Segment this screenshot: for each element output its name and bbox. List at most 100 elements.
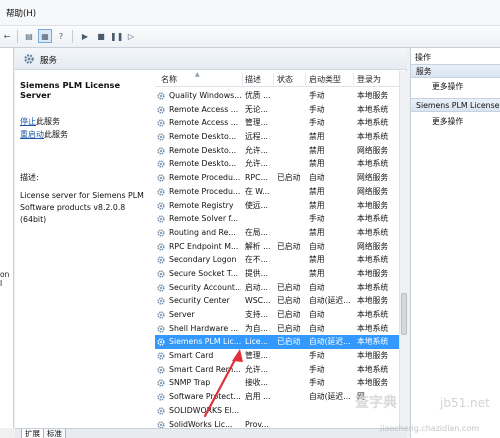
- table-row[interactable]: Remote Procedu... RPC... 已启动 自动 网络服务: [155, 171, 399, 185]
- panel-header: 服务: [15, 48, 407, 70]
- service-startup-type: 手动: [309, 91, 325, 100]
- service-status: 已启动: [277, 337, 301, 347]
- help-icon[interactable]: ?: [54, 29, 68, 43]
- show-hide-tree-icon[interactable]: ▦: [38, 29, 52, 43]
- service-logon-as: 本地服务: [357, 296, 389, 306]
- table-row[interactable]: Remote Procedu... 在 W... 禁用 网络服务: [155, 185, 399, 199]
- service-name: SNMP Trap: [169, 378, 211, 388]
- table-row-selected[interactable]: Siemens PLM Lic... Lice... 已启动 自动(延迟... 本地系统: [155, 335, 399, 350]
- service-name: Server: [169, 310, 195, 319]
- stop-service-link[interactable]: 停止此服务: [20, 116, 153, 127]
- column-divider[interactable]: [353, 73, 354, 85]
- service-startup-type: 禁用: [309, 132, 325, 142]
- service-startup-type: 自动(延迟...: [309, 296, 351, 306]
- column-logon-as[interactable]: 登录为: [357, 74, 381, 85]
- service-name: Software Protect...: [169, 392, 241, 402]
- table-row[interactable]: Remote Access ... 管理... 手动 本地系统: [155, 116, 399, 130]
- table-row[interactable]: Secure Socket T... 提供... 禁用 本地服务: [155, 267, 399, 281]
- services-list[interactable]: ▲ 名称 描述 状态 启动类型 登录为 Quality Windows... 优质…: [155, 71, 407, 428]
- service-description: 提供...: [245, 268, 269, 278]
- restart-service-icon[interactable]: ▷: [124, 29, 138, 43]
- table-row[interactable]: SNMP Trap 接收... 手动 本地服务: [155, 376, 399, 390]
- table-row[interactable]: Secondary Logon 在不... 禁用 本地系统: [155, 253, 399, 267]
- table-row[interactable]: Smart Card Rem... 允许... 手动 本地系统: [155, 363, 399, 377]
- console-tree-pane[interactable]: on I: [0, 48, 14, 428]
- table-row[interactable]: RPC Endpoint M... 解析 ... 已启动 自动 网络服务: [155, 240, 399, 254]
- service-logon-as: 本地系统: [357, 337, 389, 347]
- stop-link-suffix: 此服务: [36, 117, 60, 126]
- table-row[interactable]: Security Account... 启动... 已启动 自动 本地系统: [155, 281, 399, 295]
- service-description: 允许...: [245, 159, 269, 169]
- table-row[interactable]: Remote Deskto... 允许... 禁用 本地系统: [155, 157, 399, 171]
- table-row[interactable]: Security Center WSC... 已启动 自动(延迟... 本地服务: [155, 294, 399, 308]
- service-description: 管理...: [245, 351, 269, 361]
- column-divider[interactable]: [273, 73, 274, 85]
- service-gear-icon: [157, 106, 165, 114]
- restart-service-link[interactable]: 重启动此服务: [20, 129, 153, 140]
- service-startup-type: 禁用: [309, 200, 325, 210]
- service-description: 为自...: [245, 323, 269, 333]
- actions-section-selected-service[interactable]: Siemens PLM License S: [411, 98, 500, 112]
- column-startup-type[interactable]: 启动类型: [309, 74, 341, 85]
- stop-service-icon[interactable]: ■: [94, 29, 108, 43]
- properties-icon[interactable]: ▤: [22, 29, 36, 43]
- table-row[interactable]: Remote Solver f... 手动 本地系统: [155, 212, 399, 226]
- column-name[interactable]: 名称: [161, 74, 177, 85]
- service-startup-type: 手动: [309, 118, 325, 128]
- actions-section-services[interactable]: 服务: [411, 64, 500, 78]
- table-row[interactable]: Server 支持... 已启动 自动 本地系统: [155, 308, 399, 322]
- stop-link-text[interactable]: 停止: [20, 117, 36, 126]
- column-description[interactable]: 描述: [245, 74, 261, 85]
- service-gear-icon: [157, 325, 165, 333]
- service-startup-type: 自动: [309, 323, 325, 333]
- table-row[interactable]: Remote Deskto... 远程... 禁用 本地系统: [155, 130, 399, 144]
- service-name: RPC Endpoint M...: [169, 241, 239, 251]
- service-gear-icon: [157, 201, 165, 210]
- service-name: Remote Solver f...: [169, 214, 239, 224]
- panel-title: 服务: [40, 56, 58, 66]
- tab-extended[interactable]: 扩展: [21, 429, 44, 438]
- service-name: Security Account...: [169, 282, 241, 292]
- restart-link-text[interactable]: 重启动: [20, 130, 44, 139]
- service-logon-as: 本地系统: [357, 227, 389, 237]
- service-startup-type: 禁用: [309, 255, 325, 265]
- table-row[interactable]: Remote Registry 使远... 禁用 本地服务: [155, 199, 399, 213]
- column-divider[interactable]: [305, 73, 306, 85]
- back-icon[interactable]: ←: [0, 29, 14, 43]
- more-actions-services[interactable]: 更多操作: [432, 81, 463, 92]
- service-description: 在不...: [245, 255, 269, 265]
- service-gear-icon: [157, 242, 165, 251]
- service-gear-icon: [157, 270, 165, 278]
- column-status[interactable]: 状态: [277, 74, 293, 85]
- table-row[interactable]: Remote Access ... 无论... 手动 本地系统: [155, 103, 399, 117]
- more-actions-selected-service[interactable]: 更多操作: [432, 116, 463, 127]
- pause-service-icon[interactable]: ❚❚: [109, 29, 123, 43]
- table-row[interactable]: Routing and Re... 在局... 禁用 本地系统: [155, 226, 399, 240]
- service-name: SolidWorks Lic...: [169, 419, 233, 429]
- tree-node-label[interactable]: on I: [0, 270, 13, 288]
- service-logon-as: 本地系统: [357, 159, 389, 169]
- service-description: 允许...: [245, 145, 269, 155]
- column-divider[interactable]: [242, 73, 243, 85]
- table-row[interactable]: Remote Deskto... 允许... 禁用 网络服务: [155, 144, 399, 158]
- table-row[interactable]: Smart Card 管理... 手动 本地服务: [155, 349, 399, 363]
- scrollbar-thumb[interactable]: [401, 293, 407, 335]
- service-rows: Quality Windows... 优质 ... 手动 本地服务 Remote Acc…: [155, 89, 399, 428]
- service-startup-type: 手动: [309, 364, 325, 374]
- table-row[interactable]: Shell Hardware ... 为自... 已启动 自动 本地系统: [155, 322, 399, 336]
- service-description: 优质 ...: [245, 91, 271, 100]
- service-description: 启用 ...: [245, 392, 271, 402]
- service-startup-type: 手动: [309, 214, 325, 224]
- service-name: Remote Registry: [169, 200, 234, 210]
- tab-standard[interactable]: 标准: [43, 429, 66, 438]
- service-gear-icon: [157, 297, 165, 305]
- menu-help[interactable]: 帮助(H): [6, 7, 36, 19]
- vertical-scrollbar[interactable]: [399, 71, 407, 428]
- start-service-icon[interactable]: ▶: [78, 29, 92, 43]
- service-name: Remote Deskto...: [169, 159, 237, 169]
- table-row[interactable]: Quality Windows... 优质 ... 手动 本地服务: [155, 89, 399, 103]
- service-gear-icon: [157, 188, 165, 196]
- table-row[interactable]: SolidWorks Lic... Prov...: [155, 418, 399, 429]
- service-startup-type: 禁用: [309, 159, 325, 169]
- services-panel: 服务 Siemens PLM License Server 停止此服务 重启动此…: [15, 48, 407, 428]
